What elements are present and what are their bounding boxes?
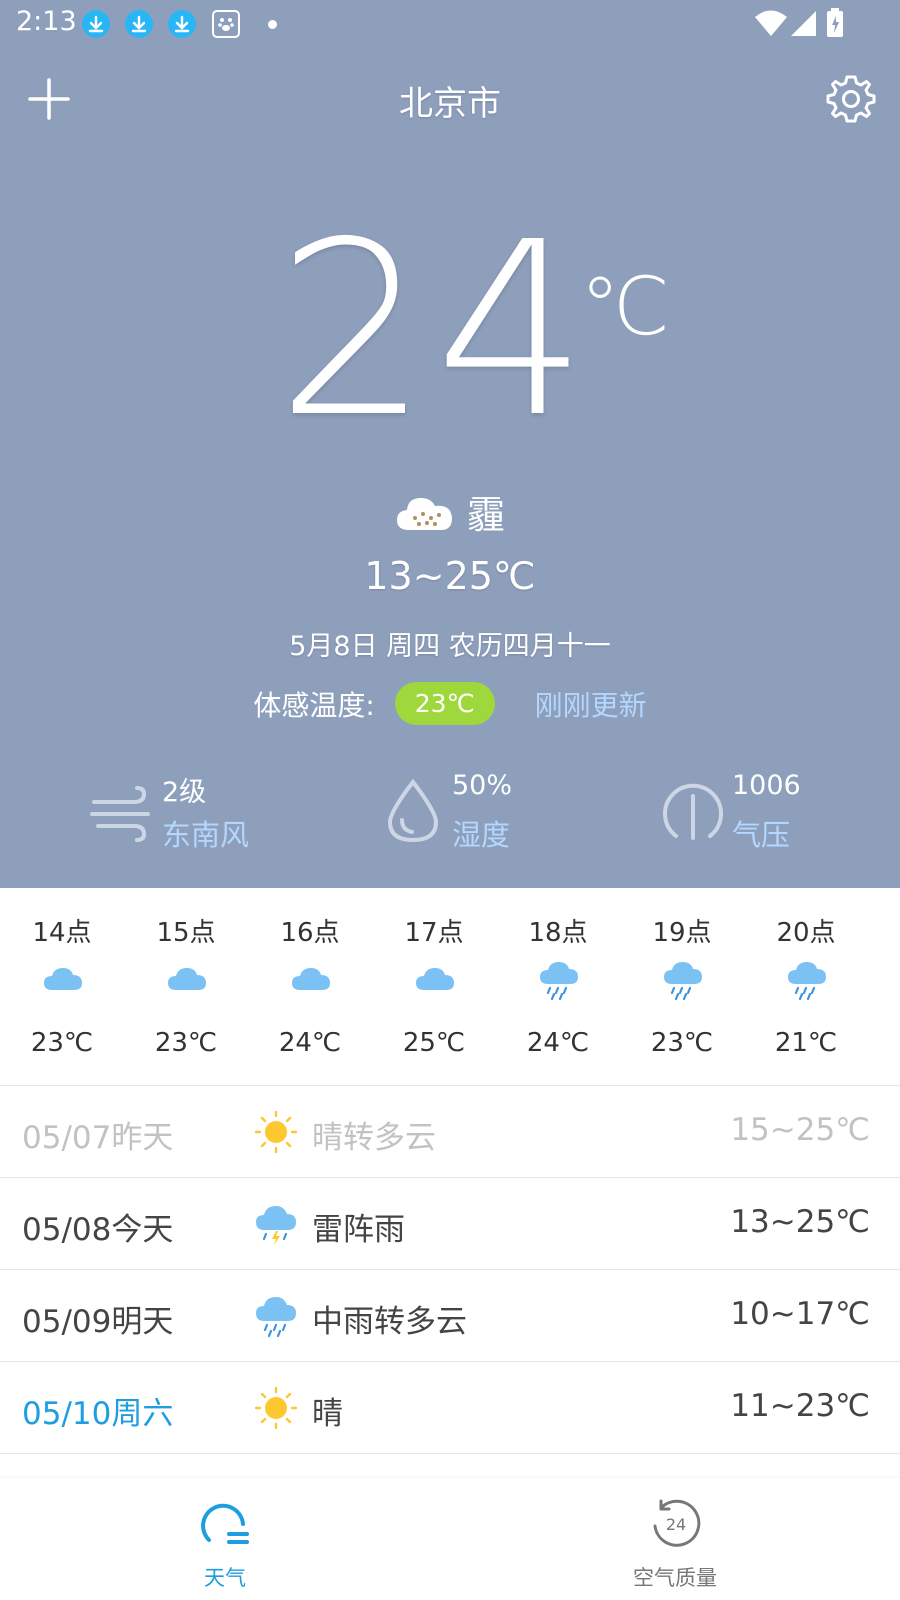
humidity-stat: 50% 湿度 bbox=[380, 760, 580, 860]
rain-cloud-icon bbox=[664, 962, 702, 1000]
sun-icon bbox=[254, 1110, 298, 1154]
hour-item: 18点 24℃ bbox=[496, 888, 620, 1086]
updated-status[interactable]: 刚刚更新 bbox=[535, 684, 647, 724]
temperature-value: 24 bbox=[276, 190, 594, 470]
day-temperature-range: 10~17℃ bbox=[730, 1296, 870, 1332]
notification-dot-icon bbox=[268, 20, 277, 29]
day-condition: 雷阵雨 bbox=[312, 1212, 405, 1248]
download-icon bbox=[168, 10, 196, 38]
nav-tab-air-quality[interactable]: 24 空气质量 bbox=[450, 1478, 900, 1600]
hourly-forecast[interactable]: 14点 23℃ 15点 23℃ 16点 24℃ 17点 25℃ 18点 24℃ … bbox=[0, 888, 900, 1086]
day-date: 05/09明天 bbox=[22, 1304, 174, 1340]
hour-item: 14点 23℃ bbox=[0, 888, 124, 1086]
day-temperature-range: 11~23℃ bbox=[730, 1388, 870, 1424]
wifi-icon bbox=[754, 8, 788, 42]
haze-icon bbox=[396, 497, 452, 530]
battery-icon bbox=[826, 8, 844, 42]
rain-cloud-icon bbox=[256, 1297, 296, 1338]
day-date: 05/08今天 bbox=[22, 1212, 174, 1248]
wind-stat: 2级 东南风 bbox=[90, 760, 290, 860]
today-temperature-range: 13~25℃ bbox=[364, 554, 536, 598]
day-row-tomorrow[interactable]: 05/09明天 中雨转多云 10~17℃ bbox=[0, 1270, 900, 1362]
cloud-icon bbox=[168, 968, 206, 990]
condition-text: 霾 bbox=[466, 493, 505, 537]
signal-icon bbox=[790, 8, 818, 42]
hour-temp: 24℃ bbox=[526, 1028, 590, 1058]
hour-label: 18点 bbox=[528, 918, 588, 948]
day-temperature-range: 13~25℃ bbox=[730, 1204, 870, 1240]
pressure-label: 气压 bbox=[732, 818, 791, 852]
current-condition: 霾 bbox=[0, 484, 900, 539]
hour-label: 15点 bbox=[156, 918, 216, 948]
date-line: 5月8日 周四 农历四月十一 bbox=[289, 631, 611, 662]
hour-item: 17点 25℃ bbox=[372, 888, 496, 1086]
nav-label-air-quality: 空气质量 bbox=[633, 1566, 717, 1590]
city-title[interactable]: 北京市 bbox=[0, 76, 900, 125]
hour-item: 16点 24℃ bbox=[248, 888, 372, 1086]
wind-direction: 东南风 bbox=[162, 818, 250, 852]
pressure-stat: 1006 气压 bbox=[660, 760, 860, 860]
feels-like-badge: 23℃ bbox=[394, 682, 495, 725]
hour-label: 17点 bbox=[404, 918, 464, 948]
bottom-navigation: 天气 24 空气质量 bbox=[0, 1478, 900, 1600]
feels-like-label: 体感温度: bbox=[253, 688, 375, 722]
settings-button[interactable] bbox=[824, 72, 878, 126]
weather-gauge-icon bbox=[201, 1503, 249, 1544]
feels-like-row: 体感温度: 23℃ 刚刚更新 bbox=[0, 682, 900, 725]
humidity-value: 50% bbox=[452, 770, 513, 801]
hour-temp: 25℃ bbox=[402, 1028, 466, 1058]
hour-label: 19点 bbox=[652, 918, 712, 948]
day-row-yesterday[interactable]: 05/07昨天 晴转多云 15~25℃ bbox=[0, 1086, 900, 1178]
hour-temp: 23℃ bbox=[30, 1028, 94, 1058]
hour-temp: 23℃ bbox=[154, 1028, 218, 1058]
day-condition: 晴 bbox=[312, 1396, 343, 1432]
current-temperature: 24 ℃ bbox=[0, 200, 900, 460]
paw-icon bbox=[212, 10, 240, 38]
hour-item: 19点 23℃ bbox=[620, 888, 744, 1086]
status-bar: 2:13 bbox=[0, 0, 900, 48]
download-icon bbox=[125, 10, 153, 38]
rain-cloud-icon bbox=[788, 962, 826, 1000]
hour-item: 20点 21℃ bbox=[744, 888, 868, 1086]
daily-forecast[interactable]: 05/07昨天 晴转多云 15~25℃ 05/08今天 雷阵雨 13~25℃ 0… bbox=[0, 1086, 900, 1454]
download-icon bbox=[82, 10, 110, 38]
current-weather-panel: 2:13 北京市 24 ℃ 霾 13~25℃ 5月8日 周四 农历四月十一 体感… bbox=[0, 0, 900, 888]
gauge-icon bbox=[663, 783, 723, 840]
weather-stats: 2级 东南风 50% 湿度 1006 气压 bbox=[0, 760, 900, 860]
status-time: 2:13 bbox=[16, 6, 77, 37]
day-row-saturday[interactable]: 05/10周六 晴 11~23℃ bbox=[0, 1362, 900, 1454]
hour-temp: 21℃ bbox=[774, 1028, 838, 1058]
humidity-label: 湿度 bbox=[452, 818, 511, 852]
day-row-today[interactable]: 05/08今天 雷阵雨 13~25℃ bbox=[0, 1178, 900, 1270]
pressure-value: 1006 bbox=[732, 770, 801, 801]
cloud-icon bbox=[416, 968, 454, 990]
thunderstorm-icon bbox=[256, 1206, 296, 1245]
cloud-icon bbox=[292, 968, 330, 990]
wind-level: 2级 bbox=[162, 777, 207, 808]
sun-icon bbox=[254, 1386, 298, 1430]
clock-24-icon: 24 bbox=[653, 1499, 701, 1547]
rain-cloud-icon bbox=[540, 962, 578, 1000]
hour-temp: 23℃ bbox=[650, 1028, 714, 1058]
day-temperature-range: 15~25℃ bbox=[730, 1112, 870, 1148]
nav-label-weather: 天气 bbox=[204, 1566, 246, 1590]
hour-temp: 24℃ bbox=[278, 1028, 342, 1058]
day-condition: 晴转多云 bbox=[312, 1120, 436, 1156]
nav-tab-weather[interactable]: 天气 bbox=[0, 1478, 450, 1600]
wind-icon bbox=[90, 786, 150, 842]
hour-item: 15点 23℃ bbox=[124, 888, 248, 1086]
cloud-icon bbox=[44, 968, 82, 990]
day-date: 05/07昨天 bbox=[22, 1120, 174, 1156]
svg-text:24: 24 bbox=[666, 1515, 686, 1534]
day-date: 05/10周六 bbox=[22, 1396, 174, 1432]
hour-label: 16点 bbox=[280, 918, 340, 948]
droplet-icon bbox=[387, 778, 439, 843]
temperature-unit: ℃ bbox=[580, 260, 670, 353]
day-condition: 中雨转多云 bbox=[312, 1304, 467, 1340]
hour-label: 14点 bbox=[32, 918, 92, 948]
hour-label: 20点 bbox=[776, 918, 836, 948]
gear-icon bbox=[826, 75, 876, 123]
